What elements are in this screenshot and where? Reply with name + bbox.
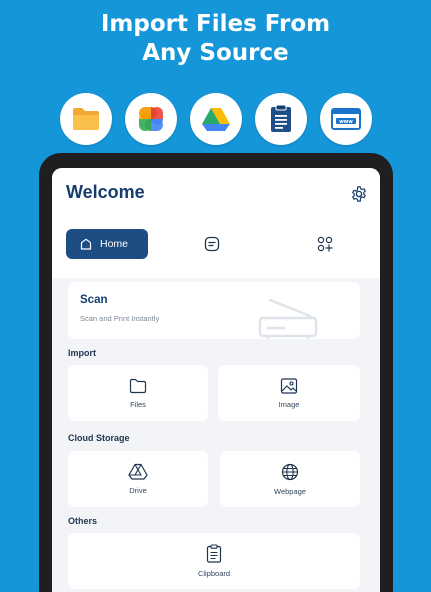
tab-home[interactable]: Home [66, 229, 148, 259]
web-www-icon: www [320, 93, 372, 145]
tablet-frame: Welcome Home Scan Scan and Print Instant… [39, 153, 393, 592]
document-icon[interactable] [204, 236, 220, 252]
others-clipboard-label: Clipboard [197, 569, 231, 578]
globe-icon [281, 463, 299, 480]
document-clipboard-icon [255, 93, 307, 145]
cloud-webpage-button[interactable]: Webpage [220, 451, 360, 507]
drive-icon [190, 93, 242, 145]
tab-home-label: Home [100, 238, 129, 250]
scanner-icon [258, 298, 318, 339]
section-others: Others [68, 516, 98, 526]
import-image-label: Image [278, 399, 300, 409]
cloud-drive-label: Drive [129, 486, 147, 495]
apps-grid-icon[interactable] [317, 236, 333, 252]
app-header: Welcome Home [52, 168, 380, 278]
others-clipboard-button[interactable]: Clipboard [68, 533, 360, 589]
drive-outline-icon [128, 463, 148, 480]
folder-icon [60, 93, 112, 145]
cloud-drive-button[interactable]: Drive [68, 451, 208, 507]
headline-line-1: Import Files From [100, 11, 331, 37]
import-files-label: Files [130, 399, 146, 409]
svg-text:www: www [339, 119, 353, 125]
headline-line-2: Any Source [142, 40, 289, 66]
folder-outline-icon [129, 378, 147, 393]
app-screen: Welcome Home Scan Scan and Print Instant… [52, 168, 380, 592]
section-import: Import [68, 348, 96, 358]
page-title: Welcome [66, 182, 145, 202]
scan-title: Scan [80, 294, 108, 306]
import-files-button[interactable]: Files [68, 365, 208, 421]
gear-icon[interactable] [350, 185, 368, 203]
import-image-button[interactable]: Image [218, 365, 360, 421]
section-cloud-storage: Cloud Storage [68, 433, 130, 443]
clipboard-icon [206, 544, 222, 563]
source-icons-row: www [60, 93, 372, 145]
scan-subtitle: Scan and Print Instantly [80, 314, 160, 323]
photos-pinwheel-icon [125, 93, 177, 145]
scan-card[interactable]: Scan Scan and Print Instantly [68, 282, 360, 339]
cloud-webpage-label: Webpage [274, 486, 306, 496]
home-content: Scan Scan and Print Instantly Import Fil… [52, 278, 380, 592]
promo-headline: Import Files From Any Source [0, 10, 431, 68]
image-icon [280, 377, 298, 394]
home-icon [80, 238, 92, 250]
